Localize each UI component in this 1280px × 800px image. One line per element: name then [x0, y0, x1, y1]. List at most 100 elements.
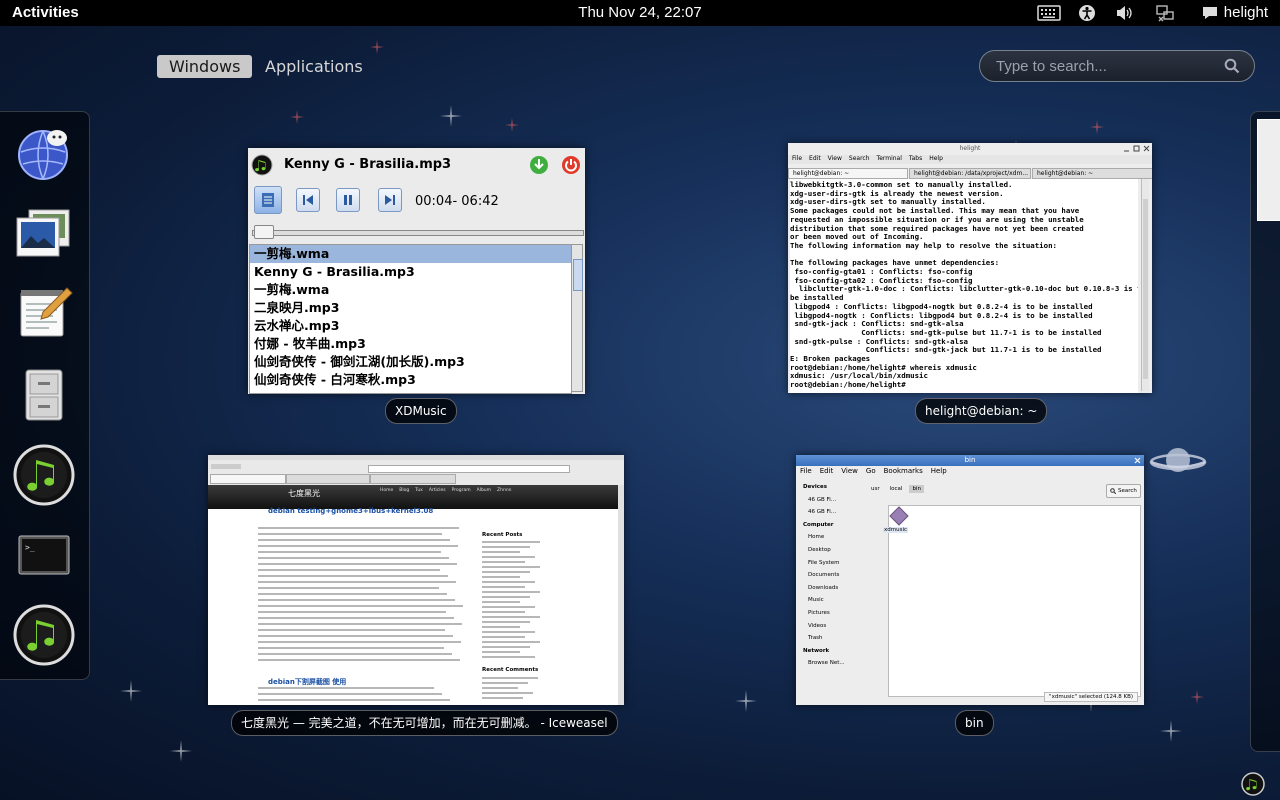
- nav-link[interactable]: Album: [477, 488, 491, 493]
- nav-link[interactable]: Blog: [399, 488, 409, 493]
- menu-item[interactable]: Help: [929, 155, 943, 164]
- post-title[interactable]: debian下割屏截图 使用: [268, 677, 346, 687]
- nav-link[interactable]: Program: [452, 488, 471, 493]
- list-item[interactable]: 仙剑奇侠传 - 御剑江湖(加长版).mp3: [250, 353, 571, 371]
- menu-item[interactable]: Edit: [809, 155, 821, 164]
- search-input[interactable]: [994, 56, 1224, 76]
- nav-link[interactable]: Zhnnn: [497, 488, 512, 493]
- executable-file-icon[interactable]: [888, 506, 910, 526]
- sidebar-item-filesystem[interactable]: File System: [800, 557, 884, 570]
- list-item[interactable]: 仙剑奇侠传 - 白河寒秋.mp3: [250, 371, 571, 389]
- xdmusic-window[interactable]: Kenny G - Brasilia.mp3 00:04- 06:42 一剪梅.…: [248, 148, 585, 394]
- list-item[interactable]: 云水禅心.mp3: [250, 317, 571, 335]
- pause-button[interactable]: [336, 188, 360, 212]
- browser-tab[interactable]: [210, 474, 286, 484]
- file-manager-window[interactable]: bin File Edit View Go Bookmarks Help Dev…: [796, 455, 1144, 705]
- path-segment[interactable]: bin: [909, 485, 924, 493]
- clock[interactable]: Thu Nov 24, 22:07: [578, 4, 701, 21]
- menu-item[interactable]: Bookmarks: [884, 467, 923, 475]
- nav-link[interactable]: Home: [380, 488, 393, 493]
- sidebar-item-trash[interactable]: Trash: [800, 632, 884, 645]
- minimize-icon[interactable]: [1123, 145, 1130, 152]
- sidebar-item-downloads[interactable]: Downloads: [800, 582, 884, 595]
- terminal-tab[interactable]: helight@debian: /data/xproject/xdm...: [909, 168, 1031, 179]
- image-viewer-icon[interactable]: [13, 204, 75, 266]
- browser-tab[interactable]: [286, 474, 370, 484]
- playlist-scrollbar[interactable]: [571, 244, 583, 392]
- window-caption[interactable]: 七度黑光 — 完美之道，不在无可增加，而在无可删减。 - Iceweasel: [231, 710, 618, 736]
- menu-item[interactable]: Go: [866, 467, 876, 475]
- music-player-icon[interactable]: [13, 444, 75, 506]
- menu-item[interactable]: View: [828, 155, 842, 164]
- playlist-button[interactable]: [254, 186, 282, 214]
- network-icon[interactable]: [1154, 3, 1176, 23]
- list-item[interactable]: 一剪梅.wma: [250, 281, 571, 299]
- menu-item[interactable]: File: [800, 467, 812, 475]
- terminal-output[interactable]: libwebkitgtk-3.0-common set to manually …: [790, 179, 1138, 393]
- menu-item[interactable]: Search: [849, 155, 870, 164]
- sidebar-item-pictures[interactable]: Pictures: [800, 607, 884, 620]
- sidebar-item-desktop[interactable]: Desktop: [800, 544, 884, 557]
- menu-item[interactable]: View: [841, 467, 858, 475]
- file-view[interactable]: xdmusic: [883, 505, 1141, 697]
- menu-item[interactable]: Tabs: [909, 155, 922, 164]
- terminal-tab[interactable]: helight@debian: ~: [788, 168, 908, 179]
- workspace-switcher[interactable]: [1250, 111, 1280, 752]
- menu-item[interactable]: File: [792, 155, 802, 164]
- user-menu[interactable]: helight: [1224, 0, 1268, 26]
- terminal-icon[interactable]: >_: [13, 524, 75, 586]
- keyboard-icon[interactable]: [1036, 3, 1062, 23]
- search-button[interactable]: Search: [1106, 484, 1141, 498]
- activities-button[interactable]: Activities: [0, 0, 91, 26]
- browser-scrollbar[interactable]: [618, 485, 624, 705]
- scrollbar-thumb[interactable]: [1143, 199, 1148, 379]
- scrollbar-thumb[interactable]: [573, 259, 583, 291]
- address-bar[interactable]: [368, 465, 570, 473]
- text-editor-icon[interactable]: [13, 282, 75, 344]
- window-caption[interactable]: bin: [955, 710, 994, 736]
- terminal-scrollbar[interactable]: [1141, 179, 1149, 391]
- file-name[interactable]: xdmusic: [883, 527, 909, 533]
- close-icon[interactable]: [1133, 456, 1142, 465]
- seek-handle[interactable]: [254, 225, 274, 239]
- seek-slider[interactable]: [252, 230, 584, 236]
- tab-windows[interactable]: Windows: [157, 55, 253, 78]
- accessibility-icon[interactable]: [1076, 3, 1098, 23]
- list-item[interactable]: 一剪梅.wma: [250, 245, 571, 263]
- next-button[interactable]: [378, 188, 402, 212]
- music-player-icon[interactable]: [13, 604, 75, 666]
- menu-item[interactable]: Edit: [820, 467, 834, 475]
- sidebar-item-network[interactable]: Browse Net...: [800, 657, 884, 670]
- list-item[interactable]: 付娜 - 牧羊曲.mp3: [250, 335, 571, 353]
- sidebar-item-music[interactable]: Music: [800, 594, 884, 607]
- tab-applications[interactable]: Applications: [253, 55, 375, 78]
- chat-icon[interactable]: [1202, 6, 1218, 20]
- workspace-thumbnail[interactable]: [1257, 119, 1280, 221]
- list-item[interactable]: 二泉映月.mp3: [250, 299, 571, 317]
- browser-tab[interactable]: [370, 474, 456, 484]
- sidebar-item-home[interactable]: Home: [800, 531, 884, 544]
- sidebar-item-documents[interactable]: Documents: [800, 569, 884, 582]
- path-segment[interactable]: usr: [868, 485, 883, 493]
- chat-client-icon[interactable]: [13, 122, 75, 184]
- post-title[interactable]: debian testing+gnome3+ibus+kernel3.08: [268, 507, 433, 515]
- path-segment[interactable]: local: [887, 485, 906, 493]
- nav-link[interactable]: Tux: [415, 488, 423, 493]
- sidebar-item[interactable]: 46 GB Fi...: [800, 506, 884, 519]
- site-title[interactable]: 七度黑光: [288, 488, 320, 499]
- window-caption[interactable]: helight@debian: ~: [915, 398, 1048, 424]
- window-caption[interactable]: XDMusic: [385, 398, 457, 424]
- sidebar-item[interactable]: 46 GB Fi...: [800, 494, 884, 507]
- menu-item[interactable]: Terminal: [877, 155, 902, 164]
- terminal-tab[interactable]: helight@debian: ~: [1032, 168, 1152, 179]
- nav-link[interactable]: Articles: [429, 488, 446, 493]
- menu-item[interactable]: Help: [931, 467, 947, 475]
- maximize-icon[interactable]: [1133, 145, 1140, 152]
- playlist[interactable]: 一剪梅.wma Kenny G - Brasilia.mp3 一剪梅.wma 二…: [249, 244, 572, 394]
- terminal-window[interactable]: helight File Edit View Search Terminal T…: [788, 143, 1152, 393]
- music-player-icon[interactable]: [1241, 772, 1265, 796]
- browser-window[interactable]: 七度黑光 Home Blog Tux Articles Program Albu…: [208, 455, 624, 705]
- sidebar-item-videos[interactable]: Videos: [800, 620, 884, 633]
- volume-icon[interactable]: [1114, 3, 1134, 23]
- close-icon[interactable]: [1143, 145, 1150, 152]
